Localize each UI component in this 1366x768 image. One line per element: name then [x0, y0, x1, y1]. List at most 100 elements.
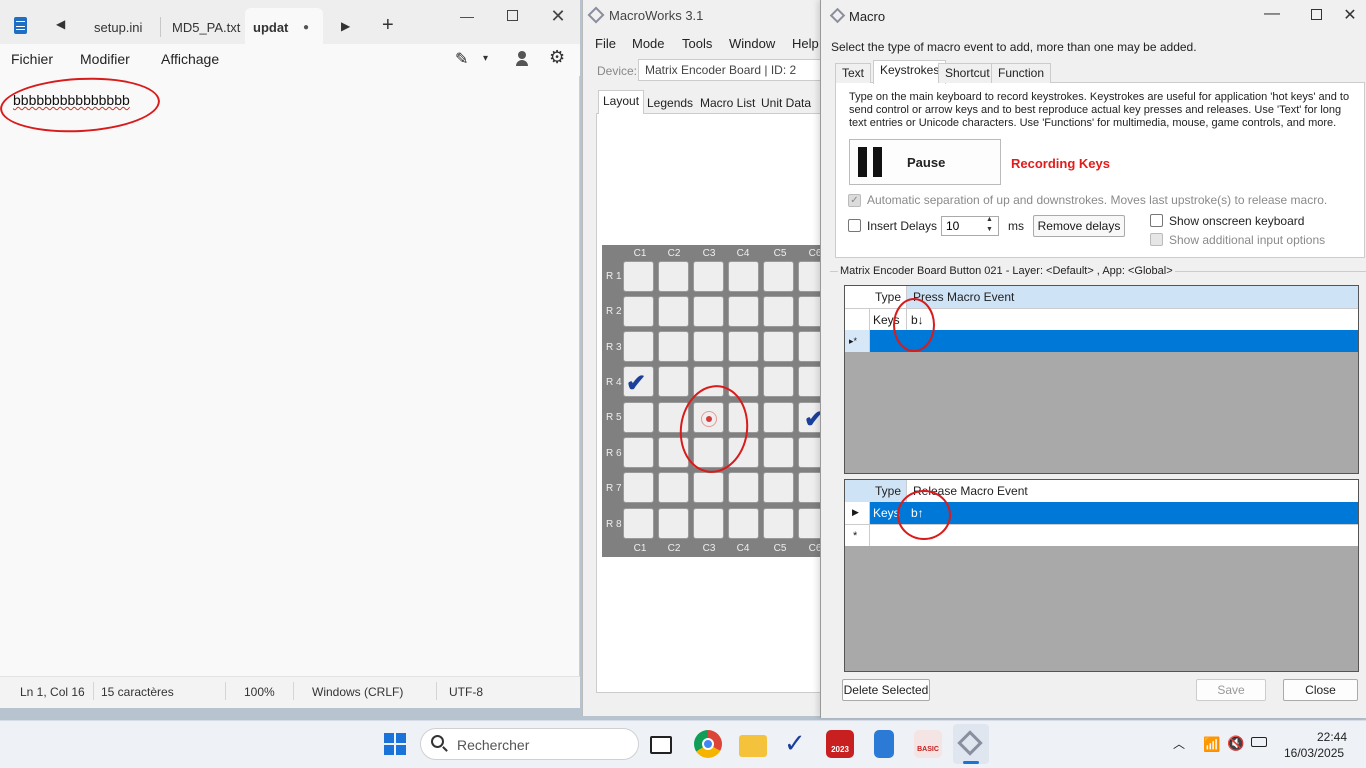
matrix-button-cell[interactable]: [728, 508, 759, 539]
wifi-icon[interactable]: 📶: [1203, 736, 1220, 753]
release-type-header[interactable]: Type: [845, 480, 907, 502]
matrix-button-cell[interactable]: [623, 261, 654, 292]
solidworks-app-icon[interactable]: 2023: [826, 730, 854, 758]
save-button[interactable]: Save: [1196, 679, 1266, 701]
matrix-button-cell[interactable]: [763, 296, 794, 327]
mw-menu-window[interactable]: Window: [729, 36, 775, 51]
tab-setup-ini[interactable]: setup.ini: [94, 8, 142, 46]
tab-macro-list[interactable]: Macro List: [696, 93, 759, 113]
settings-gear-icon[interactable]: ⚙: [549, 47, 565, 68]
notepad-taskbar-icon[interactable]: [874, 730, 894, 758]
matrix-button-cell[interactable]: [763, 437, 794, 468]
matrix-button-cell[interactable]: [728, 261, 759, 292]
matrix-button-cell[interactable]: [798, 261, 822, 292]
matrix-button-cell[interactable]: [658, 296, 689, 327]
mw-menu-tools[interactable]: Tools: [682, 36, 712, 51]
show-additional-checkbox[interactable]: [1150, 233, 1163, 246]
maximize-icon[interactable]: [497, 6, 527, 26]
release-event-header[interactable]: Release Macro Event: [907, 480, 1358, 502]
matrix-button-cell[interactable]: [623, 508, 654, 539]
taskbar-search[interactable]: [420, 728, 639, 760]
close-icon[interactable]: ✕: [1335, 5, 1365, 25]
mw-menu-mode[interactable]: Mode: [632, 36, 665, 51]
matrix-button-cell[interactable]: [763, 508, 794, 539]
tab-layout[interactable]: Layout: [598, 90, 645, 114]
release-row-value[interactable]: b↑: [907, 502, 1358, 524]
matrix-button-cell[interactable]: [658, 331, 689, 362]
status-encoding[interactable]: UTF-8: [449, 685, 483, 699]
matrix-button-cell[interactable]: [728, 296, 759, 327]
minimize-icon[interactable]: —: [1257, 5, 1287, 23]
tab-unit-data[interactable]: Unit Data: [757, 93, 815, 113]
matrix-button-cell[interactable]: [798, 437, 822, 468]
matrix-button-cell[interactable]: [798, 508, 822, 539]
remove-delays-button[interactable]: Remove delays: [1033, 215, 1125, 237]
status-zoom[interactable]: 100%: [244, 685, 275, 699]
mw-menu-help[interactable]: Help: [792, 36, 819, 51]
matrix-button-cell[interactable]: [763, 366, 794, 397]
tab-text[interactable]: Text: [835, 63, 872, 83]
close-icon[interactable]: ✕: [543, 6, 573, 26]
matrix-button-cell[interactable]: [798, 472, 822, 503]
matrix-button-cell[interactable]: [728, 472, 759, 503]
matrix-button-cell[interactable]: [623, 296, 654, 327]
matrix-button-cell[interactable]: [693, 296, 724, 327]
device-select[interactable]: Matrix Encoder Board | ID: 2: [638, 59, 823, 81]
tab-shortcut[interactable]: Shortcut: [938, 63, 997, 83]
matrix-button-cell[interactable]: [798, 296, 822, 327]
account-icon[interactable]: [516, 51, 528, 66]
basic-app-icon[interactable]: BASIC: [914, 730, 942, 758]
minimize-icon[interactable]: —: [452, 6, 482, 26]
show-keyboard-checkbox[interactable]: [1150, 214, 1163, 227]
menu-fichier[interactable]: Fichier: [11, 51, 53, 67]
matrix-button-cell[interactable]: [658, 261, 689, 292]
spin-up-icon[interactable]: ▲: [986, 216, 993, 223]
insert-delays-checkbox[interactable]: [848, 219, 861, 232]
status-line-ending[interactable]: Windows (CRLF): [312, 685, 403, 699]
battery-icon[interactable]: [1251, 737, 1267, 747]
tab-keystrokes[interactable]: Keystrokes: [873, 60, 947, 84]
file-explorer-icon[interactable]: [739, 735, 767, 757]
press-event-header[interactable]: Press Macro Event: [907, 286, 1358, 308]
windows-start-icon[interactable]: [384, 733, 406, 755]
auto-separation-checkbox[interactable]: ✓: [848, 194, 861, 207]
matrix-button-cell[interactable]: [693, 472, 724, 503]
matrix-button-cell[interactable]: [693, 331, 724, 362]
tab-update[interactable]: update ●: [245, 8, 323, 46]
delete-selected-button[interactable]: Delete Selected: [842, 679, 930, 701]
volume-muted-icon[interactable]: 🔇: [1227, 735, 1244, 752]
matrix-button-cell[interactable]: [763, 402, 794, 433]
press-type-header[interactable]: Type: [845, 286, 907, 308]
matrix-button-cell[interactable]: [658, 472, 689, 503]
matrix-button-cell[interactable]: [658, 508, 689, 539]
unsaved-dot-icon[interactable]: ●: [303, 22, 309, 33]
copilot-rewrite-icon[interactable]: ✎: [455, 49, 468, 69]
matrix-button-cell[interactable]: [763, 472, 794, 503]
matrix-button-cell[interactable]: [658, 366, 689, 397]
press-new-row[interactable]: [870, 330, 1358, 352]
matrix-button-cell[interactable]: [693, 261, 724, 292]
matrix-button-cell[interactable]: [763, 261, 794, 292]
press-row-value[interactable]: b↓: [907, 308, 1358, 330]
clock-date[interactable]: 16/03/2025: [1284, 746, 1344, 760]
vs-like-app-icon[interactable]: ✓: [784, 728, 806, 759]
task-view-icon[interactable]: [650, 736, 672, 754]
spin-down-icon[interactable]: ▼: [986, 226, 993, 233]
matrix-button-cell[interactable]: [693, 508, 724, 539]
tab-scroll-right-icon[interactable]: ▶: [341, 19, 350, 33]
tab-function[interactable]: Function: [991, 63, 1052, 83]
maximize-icon[interactable]: [1301, 5, 1331, 24]
clock-time[interactable]: 22:44: [1317, 730, 1347, 744]
new-tab-icon[interactable]: +: [382, 14, 394, 37]
tab-scroll-left-icon[interactable]: ◀: [56, 17, 65, 31]
matrix-button-cell[interactable]: [623, 472, 654, 503]
matrix-button-cell[interactable]: [763, 331, 794, 362]
mw-menu-file[interactable]: File: [595, 36, 616, 51]
matrix-button-cell[interactable]: [798, 366, 822, 397]
menu-modifier[interactable]: Modifier: [80, 51, 130, 67]
matrix-button-cell[interactable]: [623, 402, 654, 433]
tab-md5-pa[interactable]: MD5_PA.txt: [172, 8, 240, 46]
chevron-down-icon[interactable]: ▾: [483, 53, 488, 64]
matrix-button-cell[interactable]: [798, 331, 822, 362]
close-button[interactable]: Close: [1283, 679, 1358, 701]
